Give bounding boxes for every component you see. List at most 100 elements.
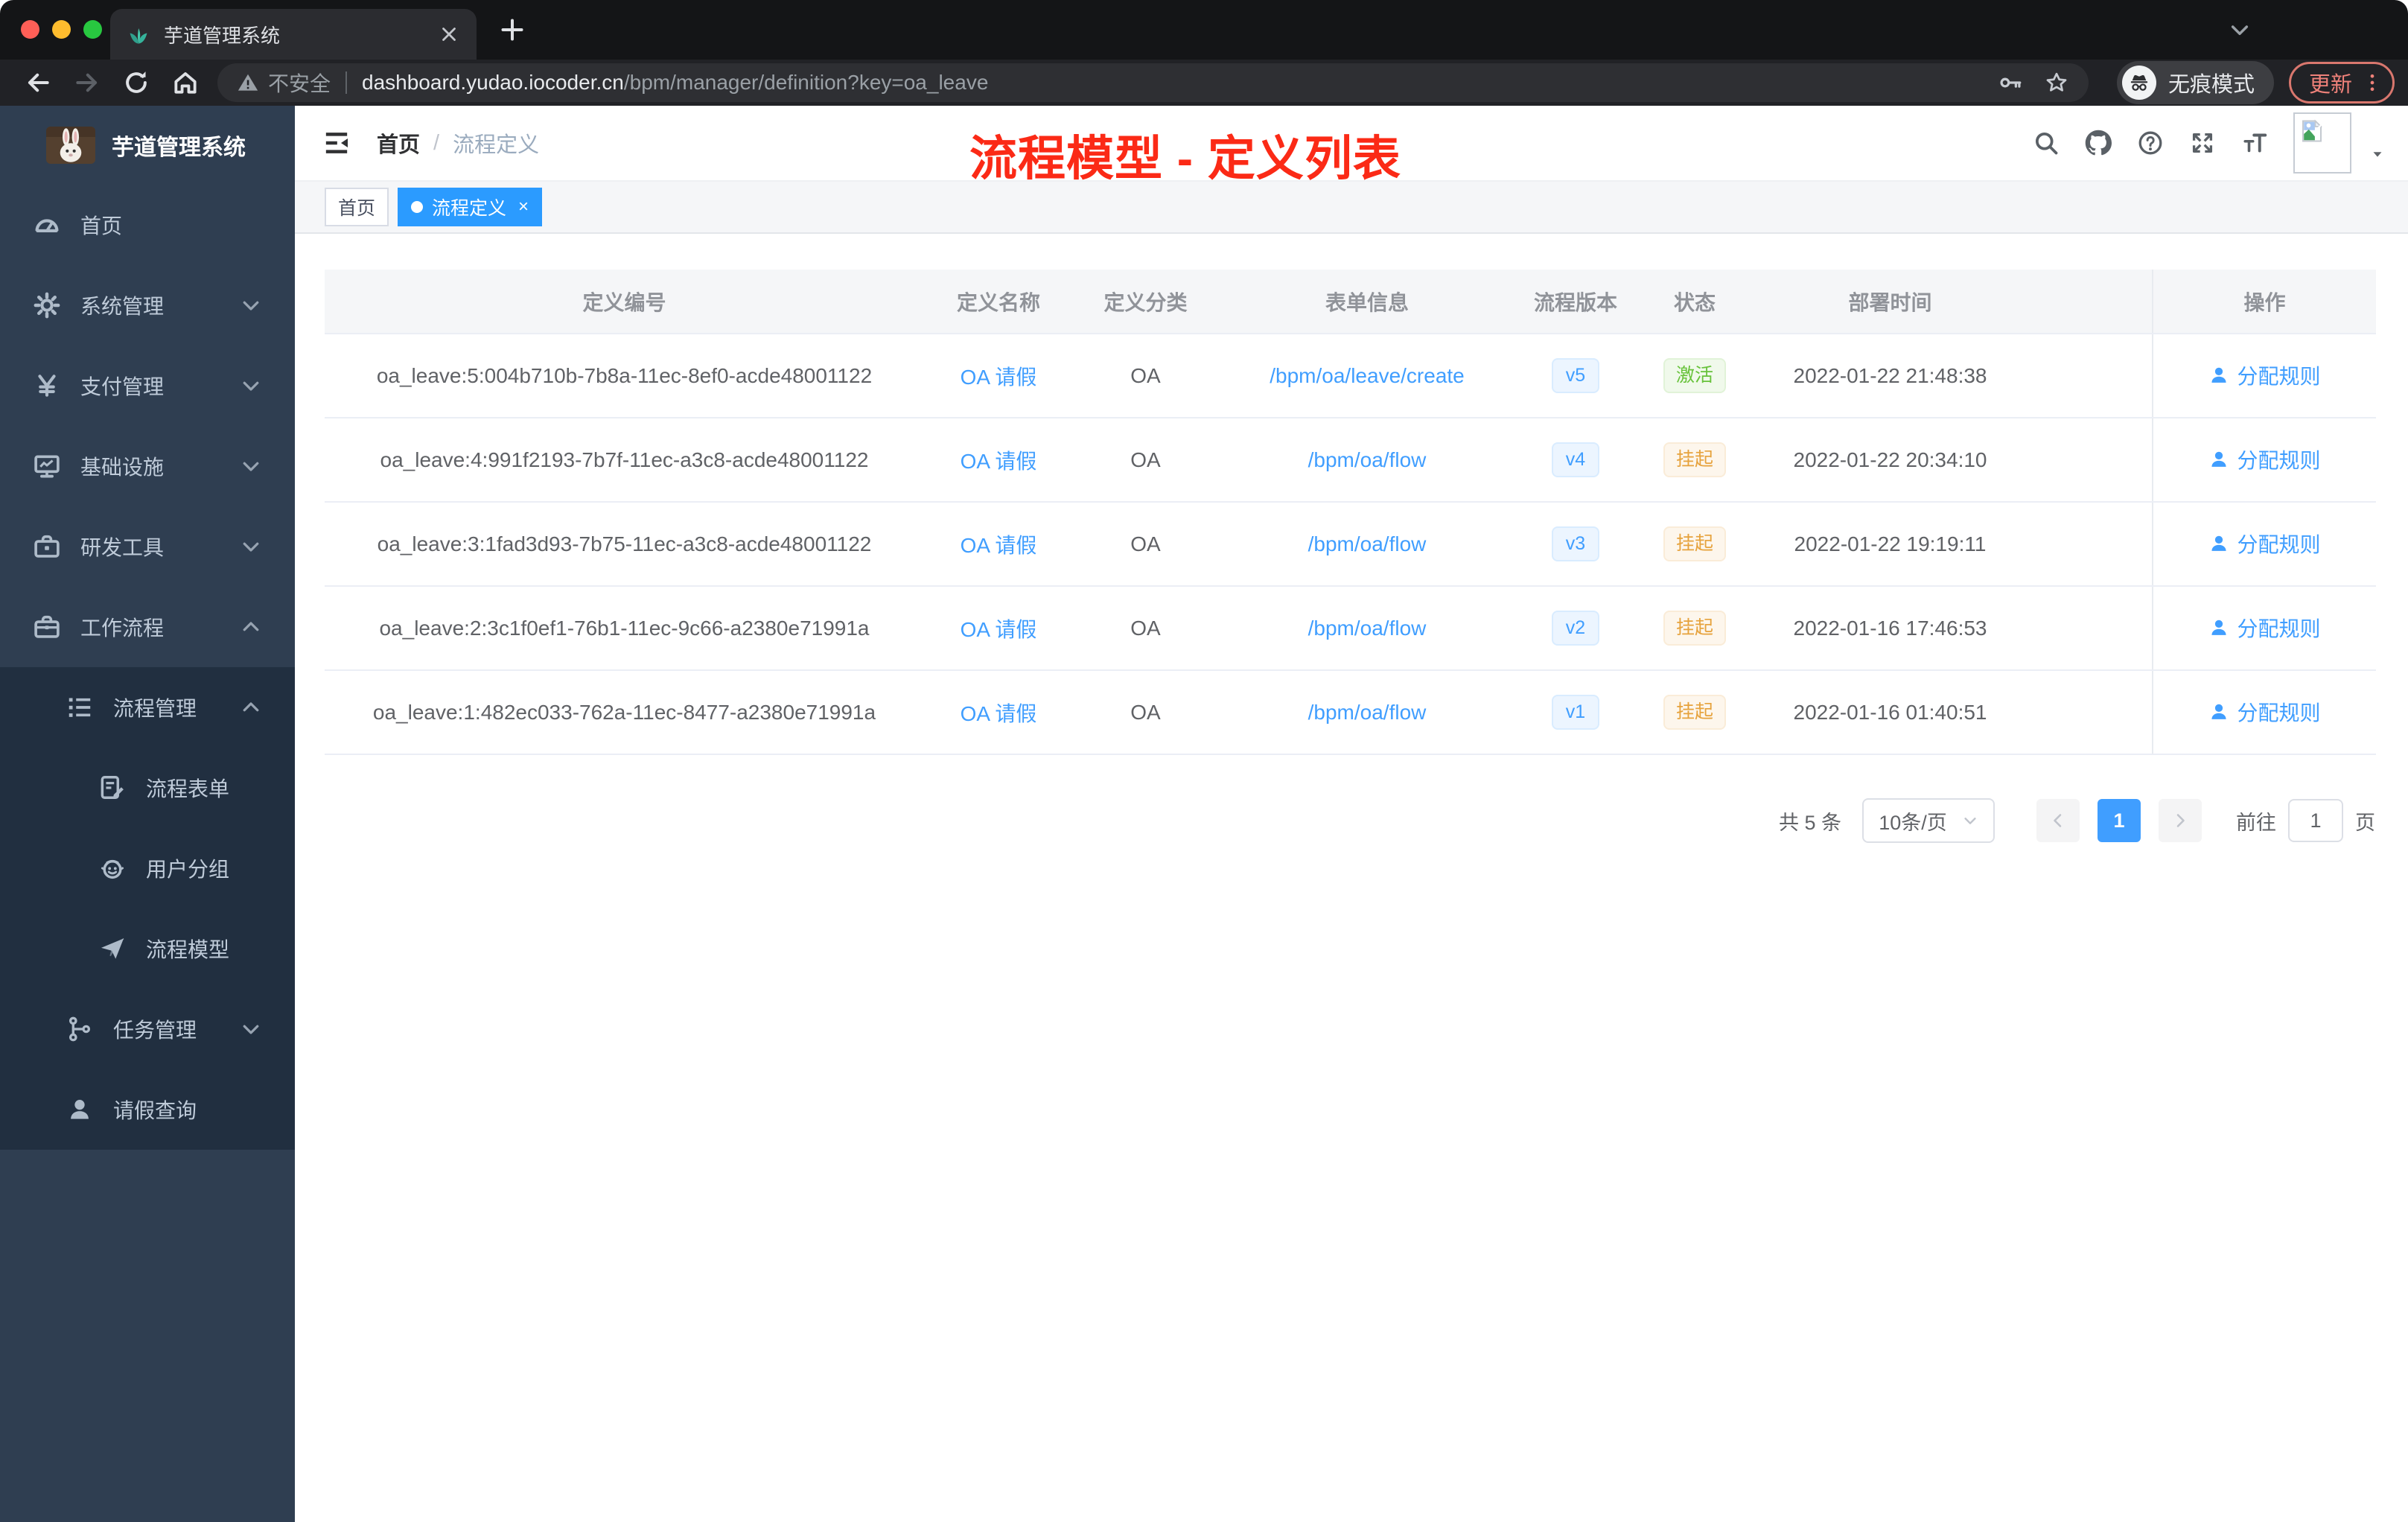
sidebar-item-label: 系统管理	[80, 295, 165, 318]
sidebar-item-4[interactable]: 研发工具	[0, 506, 295, 587]
definition-name-link[interactable]: OA 请假	[961, 450, 1037, 473]
list-tree-icon	[66, 693, 94, 722]
page-size-select[interactable]: 10条/页	[1862, 798, 1995, 843]
sidebar-item-6[interactable]: 流程管理	[0, 667, 295, 748]
sidebar-item-11[interactable]: 请假查询	[0, 1069, 295, 1150]
window-minimize-button[interactable]	[52, 20, 71, 39]
cell-filler	[2026, 670, 2153, 755]
sidebar-item-label: 请假查询	[113, 1099, 197, 1122]
security-warning-icon[interactable]	[237, 71, 259, 94]
github-icon[interactable]	[2085, 130, 2112, 156]
cell-filler	[2026, 334, 2153, 418]
assign-rule-label: 分配规则	[2237, 533, 2321, 556]
sidebar: 芋道管理系统 首页系统管理支付管理 基础设施 研发工具 工作流程 流程管理 流程表单用户分…	[0, 106, 295, 1522]
font-size-icon[interactable]	[2241, 130, 2268, 156]
sidebar-menu: 首页系统管理支付管理 基础设施 研发工具 工作流程 流程管理 流程表单用户分组流程模型 任务…	[0, 185, 295, 1150]
cell-action[interactable]: 分配规则	[2152, 418, 2376, 503]
pagination-next-button[interactable]	[2159, 799, 2202, 842]
cell-version: v4	[1516, 418, 1635, 503]
search-icon[interactable]	[2033, 130, 2060, 156]
window-close-button[interactable]	[21, 20, 39, 39]
definition-name-link[interactable]: OA 请假	[961, 366, 1037, 389]
help-question-icon[interactable]	[2137, 130, 2164, 156]
version-badge: v3	[1551, 526, 1600, 561]
tab-close-icon[interactable]	[438, 23, 460, 45]
sidebar-logo[interactable]: 芋道管理系统	[0, 106, 295, 185]
back-icon[interactable]	[24, 69, 52, 97]
chevron-up-icon	[240, 616, 262, 638]
tag-label: 流程定义	[432, 198, 507, 219]
assign-rule-link[interactable]: 分配规则	[2208, 697, 2321, 727]
browser-menu-dots-icon[interactable]	[2361, 71, 2383, 94]
window-zoom-button[interactable]	[83, 20, 102, 39]
new-tab-button[interactable]	[497, 15, 527, 45]
sidebar-app-title: 芋道管理系统	[112, 136, 246, 160]
form-info-link[interactable]: /bpm/oa/flow	[1308, 532, 1427, 555]
address-bar[interactable]: 不安全 dashboard.yudao.iocoder.cn/bpm/manag…	[217, 63, 2089, 102]
sidebar-item-2[interactable]: 支付管理	[0, 346, 295, 426]
bookmark-star-icon[interactable]	[2044, 70, 2069, 95]
column-header-7: 操作	[2152, 270, 2376, 334]
sidebar-item-label: 用户分组	[146, 858, 230, 881]
main-content: 定义编号 定义名称 定义分类 表单信息 流程版本 状态 部署时间 操作 oa_leave:5:…	[295, 234, 2408, 1522]
pagination-page-1[interactable]: 1	[2098, 799, 2141, 842]
avatar[interactable]	[2293, 112, 2351, 173]
definition-name-link[interactable]: OA 请假	[961, 618, 1037, 641]
sidebar-item-10[interactable]: 任务管理	[0, 989, 295, 1069]
pagination-prev-button[interactable]	[2036, 799, 2080, 842]
cell-action[interactable]: 分配规则	[2152, 670, 2376, 755]
cell-action[interactable]: 分配规则	[2152, 502, 2376, 587]
cell-definition-name: OA 请假	[924, 502, 1073, 587]
definition-name-link[interactable]: OA 请假	[961, 534, 1037, 557]
chrome-update-button[interactable]: 更新	[2288, 62, 2395, 104]
fullscreen-icon[interactable]	[2189, 130, 2216, 156]
assign-rule-link[interactable]: 分配规则	[2208, 613, 2321, 643]
reload-icon[interactable]	[122, 69, 150, 97]
sidebar-item-1[interactable]: 系统管理	[0, 265, 295, 346]
definition-name-link[interactable]: OA 请假	[961, 702, 1037, 725]
url-text[interactable]: dashboard.yudao.iocoder.cn/bpm/manager/d…	[362, 71, 988, 95]
form-info-link[interactable]: /bpm/oa/flow	[1308, 701, 1427, 724]
sidebar-item-5[interactable]: 工作流程	[0, 587, 295, 667]
cell-action[interactable]: 分配规则	[2152, 586, 2376, 671]
forward-icon[interactable]	[73, 69, 101, 97]
tag-1[interactable]: 流程定义 ×	[398, 188, 543, 226]
form-info-link[interactable]: /bpm/oa/leave/create	[1270, 364, 1465, 387]
tag-close-icon[interactable]: ×	[518, 197, 529, 217]
sidebar-item-8[interactable]: 用户分组	[0, 828, 295, 908]
incognito-label: 无痕模式	[2167, 73, 2255, 97]
tab-list-chevron-icon[interactable]	[2228, 18, 2252, 42]
avatar-caret-down-icon[interactable]	[2369, 146, 2386, 162]
pagination-goto-input[interactable]: 1	[2288, 799, 2343, 842]
sidebar-toggle-hamburger-icon[interactable]	[322, 128, 351, 158]
assign-rule-link[interactable]: 分配规则	[2208, 445, 2321, 474]
cell-action[interactable]: 分配规则	[2152, 334, 2376, 418]
password-key-icon[interactable]	[1998, 70, 2023, 95]
browser-tab[interactable]: 芋道管理系统	[110, 9, 477, 60]
cell-definition-id: oa_leave:5:004b710b-7b8a-11ec-8ef0-acde4…	[325, 334, 924, 418]
page-size-value: 10条/页	[1879, 811, 1947, 834]
sidebar-item-9[interactable]: 流程模型	[0, 908, 295, 989]
chevron-down-icon	[240, 455, 262, 477]
column-header-5: 状态	[1635, 270, 1754, 334]
chevron-down-icon	[240, 294, 262, 316]
assign-user-icon	[2208, 701, 2229, 722]
breadcrumb-home[interactable]: 首页	[377, 127, 420, 159]
assign-rule-link[interactable]: 分配规则	[2208, 360, 2321, 390]
assign-rule-label: 分配规则	[2237, 449, 2321, 472]
assign-user-icon	[2208, 617, 2229, 638]
chevron-down-icon	[240, 535, 262, 558]
sidebar-item-3[interactable]: 基础设施	[0, 426, 295, 506]
security-warning-label[interactable]: 不安全	[268, 68, 331, 98]
home-icon[interactable]	[171, 69, 200, 97]
assign-rule-link[interactable]: 分配规则	[2208, 529, 2321, 558]
tag-0[interactable]: 首页	[325, 188, 389, 226]
url-path: /bpm/manager/definition?key=oa_leave	[623, 71, 989, 94]
toolbox-icon	[33, 532, 61, 561]
form-info-link[interactable]: /bpm/oa/flow	[1308, 448, 1427, 471]
sidebar-item-7[interactable]: 流程表单	[0, 748, 295, 828]
form-info-link[interactable]: /bpm/oa/flow	[1308, 617, 1427, 640]
cell-form-info: /bpm/oa/leave/create	[1218, 334, 1516, 418]
sidebar-item-0[interactable]: 首页	[0, 185, 295, 265]
table-row-2: oa_leave:3:1fad3d93-7b75-11ec-a3c8-acde4…	[325, 502, 2376, 587]
